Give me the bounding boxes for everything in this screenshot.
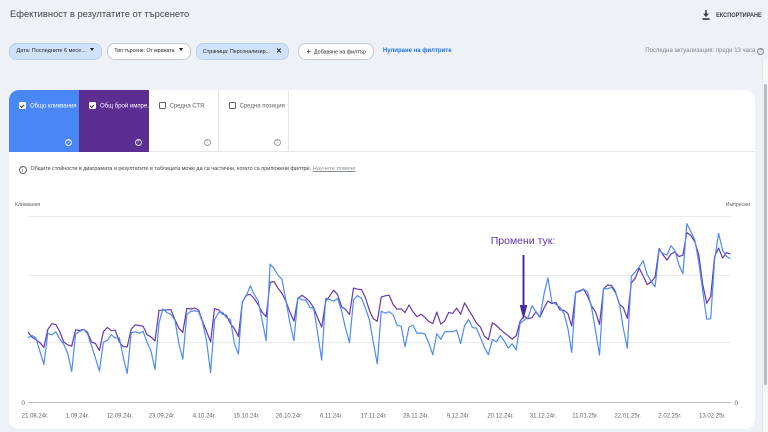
svg-text:2.02.25г.: 2.02.25г.: [658, 414, 681, 420]
svg-text:15.10.24г.: 15.10.24г.: [233, 414, 260, 420]
svg-text:0: 0: [21, 400, 25, 407]
svg-text:6.11.24г.: 6.11.24г.: [320, 414, 343, 420]
svg-text:23.09.24г.: 23.09.24г.: [149, 414, 176, 420]
svg-text:28.11.24г.: 28.11.24г.: [403, 414, 429, 420]
svg-text:31.12.24г.: 31.12.24г.: [530, 414, 557, 420]
svg-text:20.12.24г.: 20.12.24г.: [487, 414, 514, 420]
svg-text:0: 0: [735, 400, 739, 407]
svg-text:9.12.24г.: 9.12.24г.: [447, 414, 470, 420]
svg-text:12.09.24г.: 12.09.24г.: [106, 414, 133, 420]
svg-text:26.10.24г.: 26.10.24г.: [276, 414, 303, 420]
svg-text:17.11.24г.: 17.11.24г.: [361, 414, 387, 420]
svg-text:21.08.24г.: 21.08.24г.: [22, 414, 49, 420]
svg-text:1.09.24г.: 1.09.24г.: [66, 414, 89, 420]
svg-text:Промени тук:: Промени тук:: [491, 235, 556, 247]
svg-text:4.10.24г.: 4.10.24г.: [193, 414, 216, 420]
svg-text:11.01.25г.: 11.01.25г.: [572, 414, 598, 420]
svg-text:13.02.25г.: 13.02.25г.: [699, 414, 726, 420]
svg-text:22.01.25г.: 22.01.25г.: [614, 414, 641, 420]
